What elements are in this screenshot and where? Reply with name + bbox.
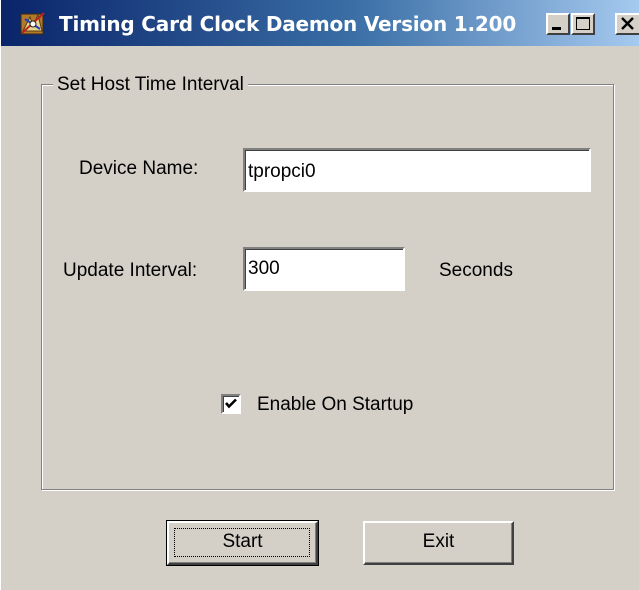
window-title: Timing Card Clock Daemon Version 1.200 <box>59 12 517 36</box>
interval-unit-label: Seconds <box>439 260 513 281</box>
close-button[interactable] <box>615 13 639 35</box>
enable-on-startup-label[interactable]: Enable On Startup <box>257 393 413 417</box>
app-clock-icon[interactable] <box>20 11 46 37</box>
title-bar[interactable]: Timing Card Clock Daemon Version 1.200 <box>1 0 639 46</box>
minimize-button[interactable] <box>546 13 570 35</box>
focus-rectangle <box>174 528 310 557</box>
exit-button-label: Exit <box>422 531 455 552</box>
checkmark-icon <box>225 398 237 409</box>
enable-on-startup-checkbox[interactable] <box>221 394 241 414</box>
close-icon <box>621 17 634 30</box>
exit-button[interactable]: Exit <box>363 521 514 565</box>
maximize-icon <box>576 17 590 30</box>
device-name-label: Device Name: <box>79 158 199 179</box>
update-interval-label: Update Interval: <box>63 260 198 281</box>
maximize-button[interactable] <box>571 13 595 35</box>
device-name-input[interactable] <box>243 148 591 192</box>
app-window: Timing Card Clock Daemon Version 1.200 S… <box>0 0 639 590</box>
groupbox-legend: Set Host Time Interval <box>53 73 248 97</box>
minimize-icon <box>552 27 561 30</box>
update-interval-input[interactable] <box>243 247 405 291</box>
start-button[interactable]: Start <box>166 520 319 566</box>
